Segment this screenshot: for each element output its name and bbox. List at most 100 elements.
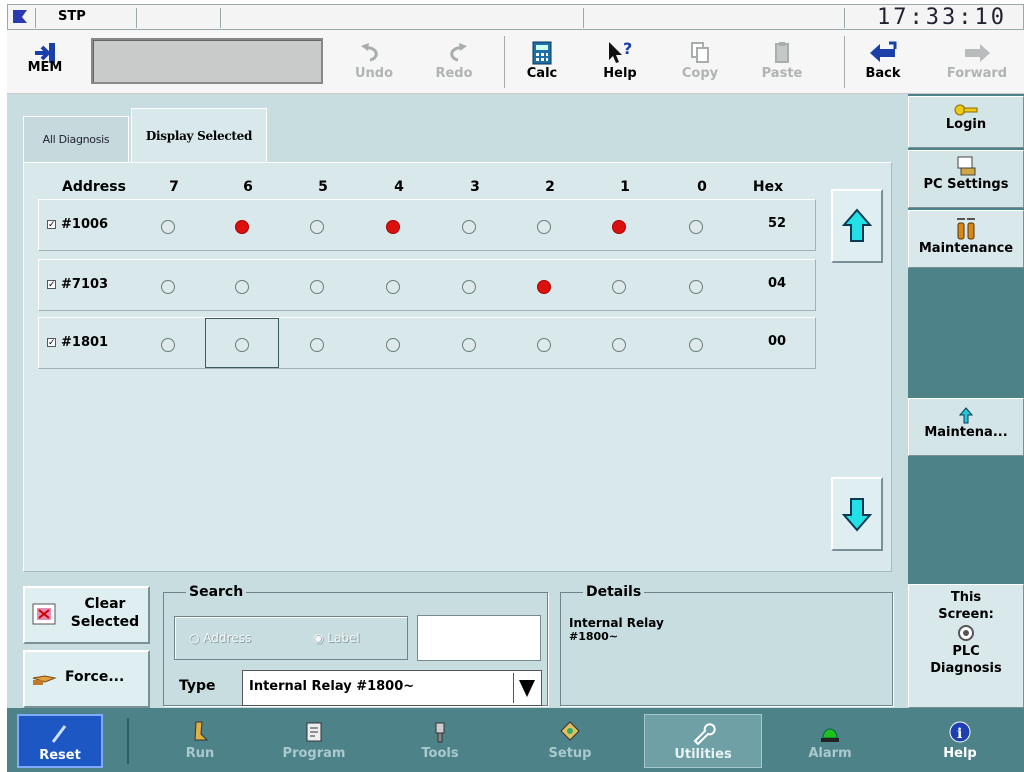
header-bit-5: 5 — [318, 179, 328, 195]
nav-alarm-button[interactable]: Alarm — [777, 714, 883, 768]
row-checkbox[interactable]: ✓ — [47, 220, 56, 230]
utilities-wrench-icon — [693, 723, 716, 745]
nav-program-button[interactable]: Program — [261, 714, 367, 768]
type-dropdown-button[interactable] — [513, 673, 539, 703]
mem-label: MEM — [27, 60, 63, 75]
row-address[interactable]: ✓ #1801 — [47, 335, 108, 350]
bit-indicator-0[interactable] — [689, 220, 703, 234]
header-bit-7: 7 — [169, 179, 179, 195]
bit-indicator-0[interactable] — [689, 338, 703, 352]
help-pointer-icon: ? — [609, 40, 632, 63]
bit-indicator-5[interactable] — [310, 280, 324, 294]
bit-indicator-7[interactable] — [161, 220, 175, 234]
calc-label: Calc — [526, 66, 558, 81]
row-address-label: #7103 — [61, 277, 109, 292]
back-label: Back — [865, 66, 901, 81]
header-bit-3: 3 — [470, 179, 480, 195]
search-mode-radios: ○ Address ◉ Label — [174, 616, 408, 660]
bit-indicator-2[interactable] — [537, 280, 551, 294]
radio-address[interactable]: ○ Address — [189, 631, 251, 645]
scroll-down-button[interactable] — [831, 477, 883, 551]
force-button[interactable]: Force... — [23, 650, 150, 708]
row-checkbox[interactable]: ✓ — [47, 280, 56, 290]
paste-button[interactable]: Paste — [752, 34, 812, 90]
selected-cell-highlight — [205, 318, 279, 368]
bit-grid-panel: Address 7 6 5 4 3 2 1 0 Hex ✓ #1006 52 ✓ #71… — [23, 162, 892, 572]
help-button[interactable]: ? Help — [590, 34, 650, 90]
mem-button[interactable]: MEM — [11, 34, 79, 90]
back-button[interactable]: Back — [853, 34, 913, 90]
header-address: Address — [62, 179, 126, 195]
nav-reset-button[interactable]: Reset — [17, 714, 103, 768]
nav-alarm-label: Alarm — [808, 746, 852, 761]
paste-icon — [775, 42, 789, 63]
bit-indicator-3[interactable] — [462, 280, 476, 294]
radio-label[interactable]: ◉ Label — [313, 631, 360, 645]
copy-icon — [691, 42, 709, 63]
bit-indicator-3[interactable] — [462, 338, 476, 352]
pc-settings-icon — [957, 156, 976, 176]
pc-settings-button[interactable]: PC Settings — [908, 150, 1024, 208]
run-icon — [194, 721, 209, 741]
calc-button[interactable]: Calc — [512, 34, 572, 90]
nav-setup-button[interactable]: Setup — [517, 714, 623, 768]
maintenance-label: Maintenance — [918, 241, 1014, 256]
copy-button[interactable]: Copy — [670, 34, 730, 90]
bit-indicator-1[interactable] — [612, 338, 626, 352]
this-screen-line-1: This — [950, 590, 982, 605]
tab-display-selected[interactable]: Display Selected — [131, 108, 267, 162]
redo-icon — [450, 43, 467, 62]
maintenance-button[interactable]: Maintenance — [908, 210, 1024, 268]
bit-indicator-1[interactable] — [612, 280, 626, 294]
clear-selected-button[interactable]: Clear Selected — [23, 586, 150, 644]
bit-indicator-7[interactable] — [161, 338, 175, 352]
type-select[interactable]: Internal Relay #1800~ — [242, 670, 542, 706]
search-group: Search ○ Address ◉ Label Type Internal R… — [163, 584, 548, 706]
row-checkbox[interactable]: ✓ — [47, 338, 56, 348]
nav-help-button[interactable]: i Help — [907, 714, 1013, 768]
bit-indicator-5[interactable] — [310, 338, 324, 352]
search-input[interactable] — [417, 615, 541, 661]
force-hand-icon — [32, 675, 57, 685]
tools-icon — [435, 722, 445, 743]
nav-tools-button[interactable]: Tools — [387, 714, 493, 768]
table-row[interactable]: ✓ #1801 00 — [38, 317, 816, 369]
maintena-submenu-button[interactable]: Maintena... — [908, 398, 1024, 456]
bit-indicator-2[interactable] — [537, 220, 551, 234]
nav-utilities-button[interactable]: Utilities — [644, 714, 762, 768]
bit-indicator-0[interactable] — [689, 280, 703, 294]
row-address[interactable]: ✓ #7103 — [47, 277, 108, 292]
table-row[interactable]: ✓ #1006 52 — [38, 199, 816, 251]
nav-run-button[interactable]: Run — [147, 714, 253, 768]
bit-indicator-7[interactable] — [161, 280, 175, 294]
bit-indicator-1[interactable] — [612, 220, 626, 234]
table-row[interactable]: ✓ #7103 04 — [38, 259, 816, 311]
row-address[interactable]: ✓ #1006 — [47, 217, 108, 232]
bit-indicator-4[interactable] — [386, 220, 400, 234]
forward-button[interactable]: Forward — [935, 34, 1019, 90]
bit-indicator-6[interactable] — [235, 280, 249, 294]
bit-indicator-6[interactable] — [235, 220, 249, 234]
tab-all-diagnosis[interactable]: All Diagnosis — [23, 116, 129, 162]
header-bit-4: 4 — [394, 179, 404, 195]
nav-reset-label: Reset — [39, 748, 81, 763]
details-legend: Details — [586, 584, 642, 600]
undo-icon — [361, 43, 378, 62]
bit-indicator-4[interactable] — [386, 280, 400, 294]
clear-icon — [32, 603, 56, 625]
undo-button[interactable]: Undo — [344, 34, 404, 90]
type-label: Type — [179, 678, 216, 694]
login-button[interactable]: Login — [908, 96, 1024, 148]
bit-indicator-2[interactable] — [537, 338, 551, 352]
header-bit-2: 2 — [545, 179, 555, 195]
this-screen-line-4: Diagnosis — [930, 661, 1002, 676]
clear-label-1: Clear — [84, 596, 126, 612]
scroll-up-button[interactable] — [831, 189, 883, 263]
help-label: Help — [603, 66, 637, 81]
nav-tools-label: Tools — [421, 746, 459, 761]
redo-button[interactable]: Redo — [424, 34, 484, 90]
bit-indicator-3[interactable] — [462, 220, 476, 234]
bit-indicator-4[interactable] — [386, 338, 400, 352]
svg-text:i: i — [957, 726, 962, 742]
bit-indicator-5[interactable] — [310, 220, 324, 234]
